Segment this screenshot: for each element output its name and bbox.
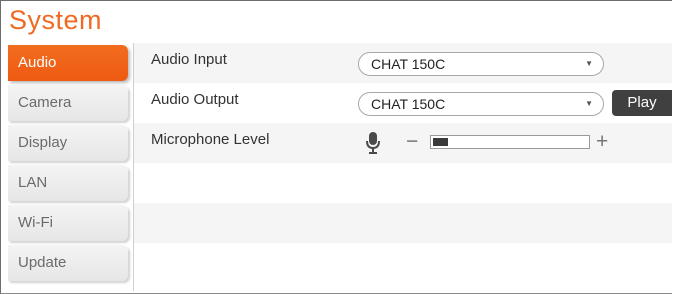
sidebar-item-display[interactable]: Display — [8, 125, 128, 161]
microphone-level-row: Microphone Level − + — [134, 123, 672, 163]
page-title: System — [9, 5, 103, 35]
system-panel: System Audio Camera Display LAN Wi-Fi Up… — [0, 0, 672, 294]
sidebar-item-camera[interactable]: Camera — [8, 85, 128, 121]
audio-input-select[interactable]: CHAT 150C ▼ — [358, 52, 604, 76]
audio-input-label: Audio Input — [151, 51, 227, 68]
audio-output-select[interactable]: CHAT 150C ▼ — [358, 92, 604, 116]
audio-output-value: CHAT 150C — [371, 96, 446, 112]
increase-level-button[interactable]: + — [596, 131, 608, 153]
chevron-down-icon: ▼ — [585, 99, 593, 108]
audio-settings: Audio Input CHAT 150C ▼ Audio Output CHA… — [134, 43, 672, 291]
sidebar-item-wifi[interactable]: Wi-Fi — [8, 205, 128, 241]
empty-row — [134, 243, 672, 283]
empty-row — [134, 203, 672, 243]
empty-row — [134, 163, 672, 203]
audio-input-row: Audio Input CHAT 150C ▼ — [134, 43, 672, 83]
sidebar-item-lan[interactable]: LAN — [8, 165, 128, 201]
microphone-icon — [366, 132, 380, 154]
sidebar-item-update[interactable]: Update — [8, 245, 128, 281]
audio-output-label: Audio Output — [151, 91, 239, 108]
microphone-level-fill — [433, 138, 448, 146]
microphone-level-slider[interactable] — [430, 135, 590, 149]
microphone-level-label: Microphone Level — [151, 131, 270, 148]
audio-input-value: CHAT 150C — [371, 56, 446, 72]
chevron-down-icon: ▼ — [585, 59, 593, 68]
decrease-level-button[interactable]: − — [406, 131, 418, 153]
sidebar-item-audio[interactable]: Audio — [8, 45, 128, 81]
sidebar: Audio Camera Display LAN Wi-Fi Update — [8, 43, 134, 291]
play-button[interactable]: Play — [612, 90, 672, 116]
audio-output-row: Audio Output CHAT 150C ▼ Play — [134, 83, 672, 123]
